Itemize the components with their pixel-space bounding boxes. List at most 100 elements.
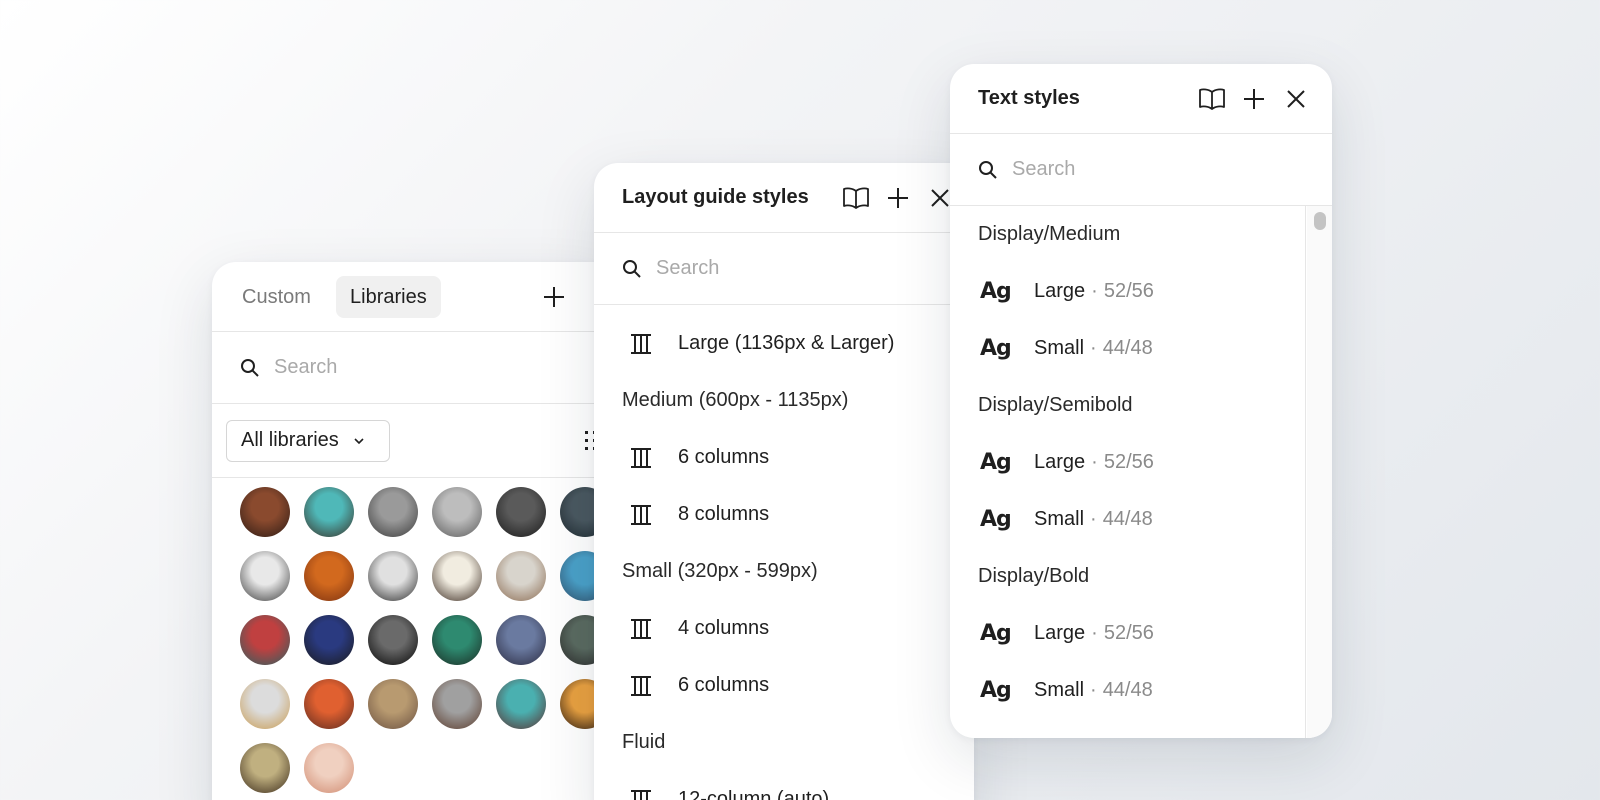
avatar[interactable]	[432, 615, 482, 665]
avatar-grid	[240, 487, 610, 793]
chevron-down-icon	[354, 437, 364, 444]
libraries-header: Custom Libraries	[212, 262, 612, 332]
layout-group-header: Fluid	[622, 731, 666, 753]
text-list-scrollbar[interactable]	[1307, 206, 1332, 738]
avatar[interactable]	[368, 487, 418, 537]
layout-style-item[interactable]: 8 columns	[594, 486, 974, 543]
avatar[interactable]	[432, 679, 482, 729]
avatar[interactable]	[496, 551, 546, 601]
grid-columns-icon-wrap	[626, 618, 656, 640]
add-library-button[interactable]	[538, 281, 570, 313]
layout-style-label: 6 columns	[678, 674, 770, 696]
avatar[interactable]	[368, 551, 418, 601]
text-style-name: Large	[1034, 622, 1086, 644]
close-text-panel-button[interactable]	[1280, 83, 1312, 115]
text-style-name: Small	[1034, 508, 1085, 530]
close-icon	[1287, 89, 1305, 108]
layout-style-item[interactable]: Large (1136px & Larger)	[594, 315, 974, 372]
text-panel-title: Text styles	[978, 87, 1080, 109]
grid-columns-icon	[631, 447, 651, 468]
avatar[interactable]	[304, 615, 354, 665]
text-style-metric: 44/48	[1102, 508, 1153, 530]
layout-style-item[interactable]: 6 columns	[594, 429, 974, 486]
separator-dot: ·	[1091, 622, 1098, 644]
tab-custom[interactable]: Custom	[228, 276, 325, 318]
avatar[interactable]	[432, 551, 482, 601]
libraries-panel: Custom Libraries All libraries	[212, 262, 612, 800]
layout-group-header: Small (320px - 599px)	[622, 560, 818, 582]
library-select[interactable]: All libraries	[226, 419, 390, 462]
text-style-metric: 44/48	[1102, 679, 1153, 701]
separator-dot: ·	[1091, 280, 1098, 302]
libraries-search	[212, 332, 612, 404]
avatar[interactable]	[496, 487, 546, 537]
plus-icon	[888, 187, 908, 208]
avatar[interactable]	[432, 487, 482, 537]
libraries-search-input[interactable]	[274, 356, 514, 379]
tab-libraries[interactable]: Libraries	[336, 276, 441, 318]
text-style-metric: 52/56	[1103, 622, 1154, 644]
avatar[interactable]	[368, 615, 418, 665]
text-style-item[interactable]: Ag Small · 44/48	[950, 662, 1305, 719]
text-sample-preview: Ag	[980, 336, 1012, 361]
text-search	[950, 134, 1332, 206]
plus-icon	[544, 286, 564, 307]
layout-style-item[interactable]: 12-column (auto)	[594, 771, 974, 800]
text-style-list: Display/Medium Ag Large · 52/56 Ag Small · 44/48…	[950, 206, 1306, 738]
avatar[interactable]	[240, 679, 290, 729]
layout-style-item[interactable]: 4 columns	[594, 600, 974, 657]
layout-style-label: 4 columns	[678, 617, 770, 639]
grid-columns-icon-wrap	[626, 504, 656, 526]
libraries-filter-row: All libraries	[212, 404, 612, 478]
avatar[interactable]	[304, 487, 354, 537]
avatar[interactable]	[240, 487, 290, 537]
avatar[interactable]	[368, 679, 418, 729]
grid-columns-icon	[631, 675, 651, 696]
separator-dot: ·	[1091, 451, 1098, 473]
avatar[interactable]	[496, 679, 546, 729]
book-icon	[1199, 88, 1225, 110]
layout-panel-title: Layout guide styles	[622, 186, 809, 208]
search-icon	[241, 358, 259, 377]
text-style-metric: 44/48	[1102, 337, 1153, 359]
text-sample-preview: Ag	[980, 621, 1012, 646]
scrollbar-thumb[interactable]	[1314, 212, 1326, 230]
text-style-metric: 52/56	[1103, 451, 1154, 473]
text-styles-panel: Text styles Display/MediumAgLarge·52/56A…	[950, 64, 1332, 738]
grid-columns-icon-wrap	[626, 675, 656, 697]
layout-style-label: 8 columns	[678, 503, 770, 525]
library-select-value: All libraries	[241, 429, 339, 451]
avatar[interactable]	[304, 679, 354, 729]
layout-library-button[interactable]	[840, 182, 872, 214]
text-style-item[interactable]: Ag Large · 52/56	[950, 434, 1305, 491]
layout-style-label: 12-column (auto)	[678, 788, 830, 800]
text-library-button[interactable]	[1196, 83, 1228, 115]
text-style-name: Small	[1034, 337, 1085, 359]
layout-search	[594, 233, 974, 305]
text-group-header: Display/Medium	[978, 223, 1121, 245]
text-style-item[interactable]: Ag Large · 52/56	[950, 263, 1305, 320]
avatar[interactable]	[304, 743, 354, 793]
avatar[interactable]	[240, 551, 290, 601]
text-style-name: Large	[1034, 451, 1086, 473]
avatar[interactable]	[240, 743, 290, 793]
avatar[interactable]	[240, 615, 290, 665]
grid-columns-icon	[631, 333, 651, 354]
text-sample-preview: Ag	[980, 507, 1012, 532]
close-icon	[931, 188, 949, 207]
add-text-style-button[interactable]	[1238, 83, 1270, 115]
text-style-item[interactable]: Ag Small · 44/48	[950, 491, 1305, 548]
layout-guide-panel: Layout guide styles Large (1136px & Larg…	[594, 163, 974, 800]
add-layout-style-button[interactable]	[882, 182, 914, 214]
layout-search-input[interactable]	[656, 257, 896, 280]
layout-style-item[interactable]: 6 columns	[594, 657, 974, 714]
text-style-item[interactable]: Ag Large · 52/56	[950, 605, 1305, 662]
grid-columns-icon-wrap	[626, 333, 656, 355]
separator-dot: ·	[1090, 508, 1097, 530]
text-style-metric: 52/56	[1103, 280, 1154, 302]
avatar[interactable]	[496, 615, 546, 665]
avatar[interactable]	[304, 551, 354, 601]
text-sample-preview: Ag	[980, 279, 1012, 304]
text-style-item[interactable]: Ag Small · 44/48	[950, 320, 1305, 377]
text-search-input[interactable]	[1012, 158, 1252, 181]
